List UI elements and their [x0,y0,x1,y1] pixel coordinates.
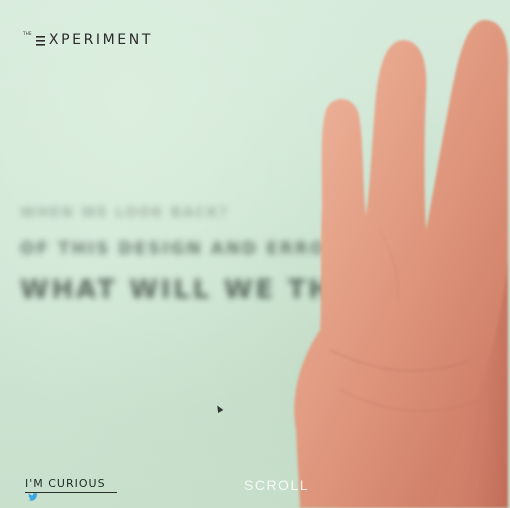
twitter-bird-icon[interactable] [28,493,38,501]
im-curious-link[interactable]: I'M CURIOUS [25,477,117,493]
scroll-link[interactable]: SCROLL [244,477,309,493]
hand-image [294,20,509,508]
hero-stage: THE XPERIMENT WHEN WE LOOK BACK? OF THIS… [0,0,510,508]
